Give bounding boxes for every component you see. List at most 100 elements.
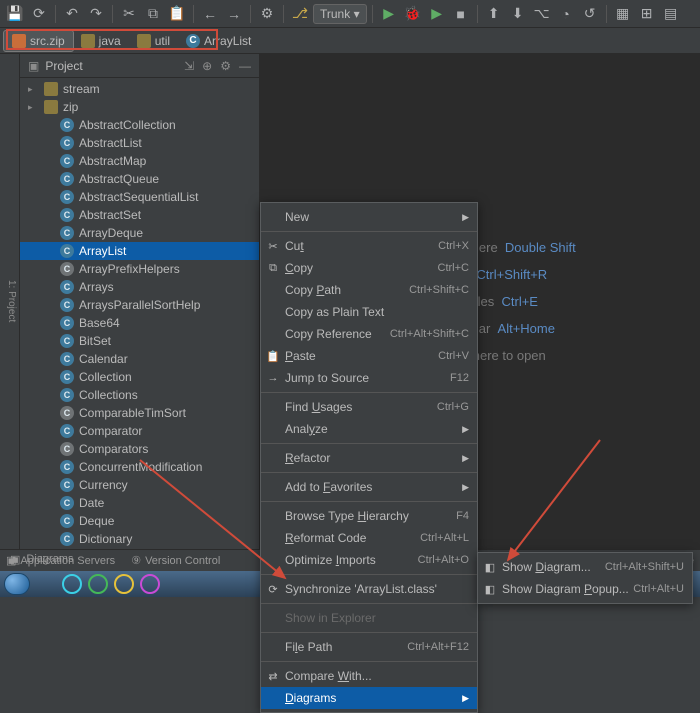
task-icon[interactable] xyxy=(88,574,108,594)
run2-icon[interactable]: ▶ xyxy=(426,3,448,25)
gear-icon[interactable]: ⚙ xyxy=(218,59,233,73)
menu-item-browse-type-hierarchy[interactable]: Browse Type HierarchyF4 xyxy=(261,505,477,527)
left-tool-strip[interactable]: 1: Project xyxy=(0,54,20,549)
collapse-icon[interactable]: ⇲ xyxy=(182,59,196,73)
tree-item-label: ArrayPrefixHelpers xyxy=(79,262,180,276)
menu-item-new[interactable]: New▶ xyxy=(261,206,477,228)
menu-item-copy-reference[interactable]: Copy ReferenceCtrl+Alt+Shift+C xyxy=(261,323,477,345)
tree-item-abstractset[interactable]: CAbstractSet xyxy=(20,206,259,224)
tree-item-abstractsequentiallist[interactable]: CAbstractSequentialList xyxy=(20,188,259,206)
tree-item-abstractqueue[interactable]: CAbstractQueue xyxy=(20,170,259,188)
menu-icon: ⧉ xyxy=(266,262,280,275)
tree-item-label: Deque xyxy=(79,514,114,528)
class-icon: C xyxy=(186,34,200,48)
menu-item-cut[interactable]: ✂CutCtrl+X xyxy=(261,235,477,257)
tree-item-bitset[interactable]: CBitSet xyxy=(20,332,259,350)
paste-icon[interactable]: 📋 xyxy=(166,3,188,25)
struct-icon[interactable]: ▦ xyxy=(612,3,634,25)
breadcrumb-label: src.zip xyxy=(30,34,65,48)
menu-label: Browse Type Hierarchy xyxy=(285,509,409,523)
forward-icon[interactable]: → xyxy=(223,3,245,25)
menu-shortcut: Ctrl+V xyxy=(438,350,469,362)
stop-icon[interactable]: ■ xyxy=(450,3,472,25)
branch-icon[interactable]: ⎇ xyxy=(289,3,311,25)
back-icon[interactable]: ← xyxy=(199,3,221,25)
breadcrumb-java[interactable]: java xyxy=(73,31,129,51)
history-icon[interactable]: ◔ xyxy=(555,3,577,25)
class-icon: C xyxy=(60,154,74,168)
tree-item-abstractlist[interactable]: CAbstractList xyxy=(20,134,259,152)
vcs-up-icon[interactable]: ⬆ xyxy=(483,3,505,25)
tree-item-comparators[interactable]: CComparators xyxy=(20,440,259,458)
locate-icon[interactable]: ⊕ xyxy=(200,59,214,73)
breadcrumb-src.zip[interactable]: src.zip xyxy=(4,31,73,51)
vcs-icon[interactable]: ⌥ xyxy=(531,3,553,25)
menu-item-analyze[interactable]: Analyze▶ xyxy=(261,418,477,440)
tree-item-deque[interactable]: CDeque xyxy=(20,512,259,530)
cut-icon[interactable]: ✂ xyxy=(118,3,140,25)
task-icon[interactable] xyxy=(114,574,134,594)
tree-item-abstractmap[interactable]: CAbstractMap xyxy=(20,152,259,170)
menu-label: New xyxy=(285,210,309,224)
tree-item-collections[interactable]: CCollections xyxy=(20,386,259,404)
tree-item-arraylist[interactable]: CArrayList xyxy=(20,242,259,260)
redo-icon[interactable]: ↷ xyxy=(85,3,107,25)
menu-item-find-usages[interactable]: Find UsagesCtrl+G xyxy=(261,396,477,418)
menu-item-optimize-imports[interactable]: Optimize ImportsCtrl+Alt+O xyxy=(261,549,477,571)
class-icon: C xyxy=(60,118,74,132)
menu-item-copy[interactable]: ⧉CopyCtrl+C xyxy=(261,257,477,279)
menu-item-copy-path[interactable]: Copy PathCtrl+Shift+C xyxy=(261,279,477,301)
vcs-down-icon[interactable]: ⬇ xyxy=(507,3,529,25)
tree-item-arraysparallelsorthelp[interactable]: CArraysParallelSortHelp xyxy=(20,296,259,314)
sync-icon[interactable]: ⟳ xyxy=(28,3,50,25)
undo-icon[interactable]: ↶ xyxy=(61,3,83,25)
layout-icon[interactable]: ⊞ xyxy=(636,3,658,25)
menu-item-diagrams[interactable]: Diagrams▶ xyxy=(261,687,477,709)
task-icon[interactable] xyxy=(62,574,82,594)
breadcrumb-util[interactable]: util xyxy=(129,31,178,51)
debug-icon[interactable]: 🐞 xyxy=(402,3,424,25)
tree-item-calendar[interactable]: CCalendar xyxy=(20,350,259,368)
main-toolbar: 💾 ⟳ ↶ ↷ ✂ ⧉ 📋 ← → ⚙ ⎇ Trunk ▾ ▶ 🐞 ▶ ■ ⬆ … xyxy=(0,0,700,28)
tree-item-arrays[interactable]: CArrays xyxy=(20,278,259,296)
project-tree[interactable]: streamzipCAbstractCollectionCAbstractLis… xyxy=(20,78,259,549)
copy-icon[interactable]: ⧉ xyxy=(142,3,164,25)
run-icon[interactable]: ▶ xyxy=(378,3,400,25)
revert-icon[interactable]: ↺ xyxy=(579,3,601,25)
tree-item-date[interactable]: CDate xyxy=(20,494,259,512)
task-icon[interactable] xyxy=(140,574,160,594)
menu-shortcut: Ctrl+Alt+Shift+U xyxy=(605,561,684,573)
vcs-branch-combo[interactable]: Trunk ▾ xyxy=(313,4,367,24)
menu-item-paste[interactable]: 📋PasteCtrl+V xyxy=(261,345,477,367)
tree-item-arraydeque[interactable]: CArrayDeque xyxy=(20,224,259,242)
tree-item-collection[interactable]: CCollection xyxy=(20,368,259,386)
settings-icon[interactable]: ⚙ xyxy=(256,3,278,25)
tree-item-dictionary[interactable]: CDictionary xyxy=(20,530,259,548)
tree-item-concurrentmodification[interactable]: CConcurrentModification xyxy=(20,458,259,476)
menu-shortcut: Ctrl+C xyxy=(438,262,469,274)
tree-item-comparator[interactable]: CComparator xyxy=(20,422,259,440)
tree-item-comparabletimsort[interactable]: CComparableTimSort xyxy=(20,404,259,422)
breadcrumb-arraylist[interactable]: CArrayList xyxy=(178,31,259,51)
menu-item-copy-as-plain-text[interactable]: Copy as Plain Text xyxy=(261,301,477,323)
tree-item-base64[interactable]: CBase64 xyxy=(20,314,259,332)
version-control-tab[interactable]: ⑨ Version Control xyxy=(131,554,220,567)
menu-item-reformat-code[interactable]: Reformat CodeCtrl+Alt+L xyxy=(261,527,477,549)
tree-item-currency[interactable]: CCurrency xyxy=(20,476,259,494)
start-button[interactable] xyxy=(4,573,30,595)
tool-icon[interactable]: ▤ xyxy=(660,3,682,25)
menu-item-jump-to-source[interactable]: →Jump to SourceF12 xyxy=(261,367,477,389)
tree-item-arrayprefixhelpers[interactable]: CArrayPrefixHelpers xyxy=(20,260,259,278)
menu-label: Synchronize 'ArrayList.class' xyxy=(285,582,437,596)
menu-item-compare-with[interactable]: ⇄Compare With... xyxy=(261,665,477,687)
tree-item-abstractcollection[interactable]: CAbstractCollection xyxy=(20,116,259,134)
menu-label: Diagrams xyxy=(285,691,336,705)
menu-item-file-path[interactable]: File PathCtrl+Alt+F12 xyxy=(261,636,477,658)
tree-item-stream[interactable]: stream xyxy=(20,80,259,98)
tree-item-zip[interactable]: zip xyxy=(20,98,259,116)
menu-item-show-diagram[interactable]: ◧Show Diagram...Ctrl+Alt+Shift+U xyxy=(478,556,692,578)
save-icon[interactable]: 💾 xyxy=(4,3,26,25)
menu-item-add-to-favorites[interactable]: Add to Favorites▶ xyxy=(261,476,477,498)
menu-item-refactor[interactable]: Refactor▶ xyxy=(261,447,477,469)
hide-icon[interactable]: — xyxy=(237,59,253,73)
